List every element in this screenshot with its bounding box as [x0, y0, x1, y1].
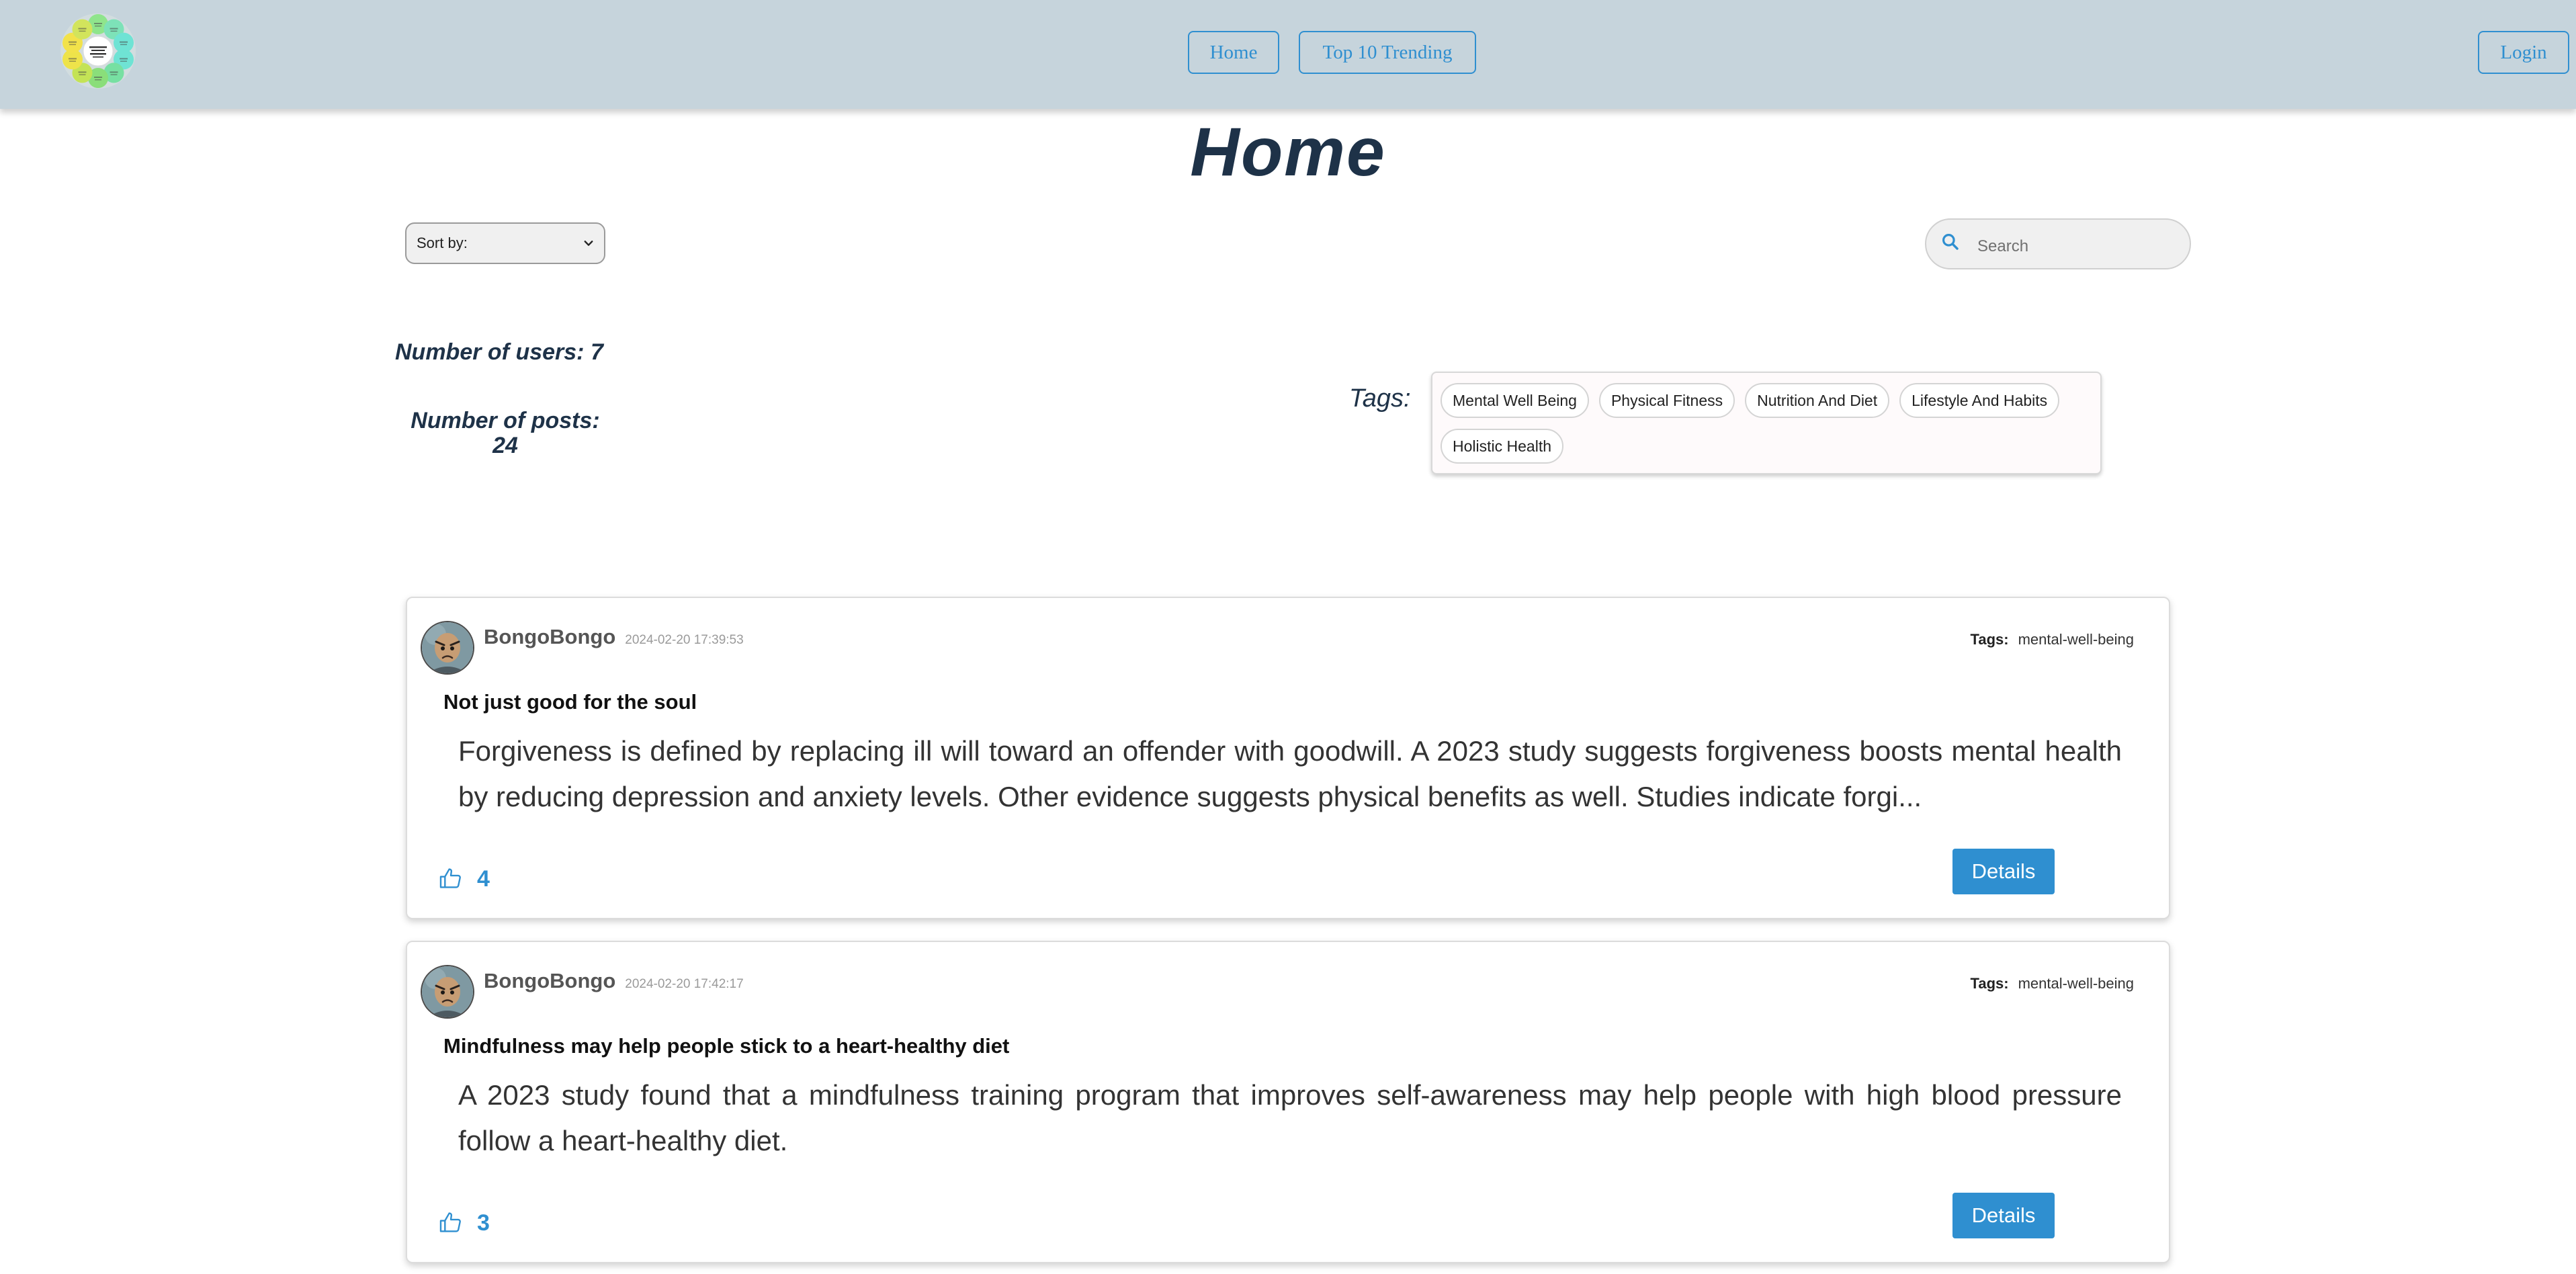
- wellness-wheel-logo[interactable]: [59, 12, 137, 90]
- tag-chip-holistic-health[interactable]: Holistic Health: [1441, 429, 1563, 464]
- login-button[interactable]: Login: [2478, 31, 2569, 74]
- users-count-value: 7: [590, 339, 603, 365]
- post-tags: Tags: mental-well-being: [1971, 975, 2134, 992]
- search-input[interactable]: [1977, 233, 2172, 260]
- chevron-down-icon: [583, 237, 595, 249]
- post-timestamp: 2024-02-20 17:39:53: [625, 633, 744, 647]
- like-count: 4: [477, 866, 490, 892]
- post-title: Not just good for the soul: [443, 690, 697, 714]
- tag-chip-lifestyle-and-habits[interactable]: Lifestyle And Habits: [1899, 383, 2060, 418]
- post-author: BongoBongo: [484, 625, 616, 648]
- tag-chip-physical-fitness[interactable]: Physical Fitness: [1598, 383, 1735, 418]
- thumbs-up-icon[interactable]: [438, 1209, 464, 1235]
- post-tag: mental-well-being: [2018, 975, 2134, 992]
- like-count: 3: [477, 1210, 490, 1236]
- posts-count-value: 24: [492, 433, 518, 458]
- post-tags-label: Tags:: [1970, 631, 2009, 648]
- nav-top-trending-button[interactable]: Top 10 Trending: [1299, 31, 1476, 74]
- search-bar[interactable]: [1925, 218, 2191, 269]
- post-tag: mental-well-being: [2018, 631, 2134, 648]
- post-tags: Tags: mental-well-being: [1971, 631, 2134, 648]
- nav-home-button[interactable]: Home: [1188, 31, 1279, 74]
- users-count-stat: Number of users: 7: [395, 338, 603, 366]
- navbar: Home Top 10 Trending Login: [0, 0, 2576, 109]
- thumbs-up-icon[interactable]: [438, 865, 464, 891]
- avatar: [422, 622, 473, 673]
- tags-heading: Tags:: [1349, 384, 1411, 413]
- post-timestamp: 2024-02-20 17:42:17: [625, 977, 744, 991]
- post-author: BongoBongo: [484, 969, 616, 992]
- search-icon[interactable]: [1940, 231, 1961, 253]
- post-tags-label: Tags:: [1970, 975, 2009, 992]
- sort-dropdown[interactable]: Sort by:: [405, 222, 605, 264]
- post-card: BongoBongo 2024-02-20 17:39:53 Tags: men…: [406, 597, 2170, 919]
- post-title: Mindfulness may help people stick to a h…: [443, 1034, 1010, 1058]
- post-excerpt: Forgiveness is defined by replacing ill …: [458, 735, 2122, 812]
- post-header: BongoBongo 2024-02-20 17:42:17: [484, 969, 744, 993]
- post-card: BongoBongo 2024-02-20 17:42:17 Tags: men…: [406, 941, 2170, 1263]
- page-title: Home: [1190, 114, 1386, 190]
- details-button[interactable]: Details: [1952, 849, 2055, 894]
- tag-chip-nutrition-and-diet[interactable]: Nutrition And Diet: [1745, 383, 1890, 418]
- post-header: BongoBongo 2024-02-20 17:39:53: [484, 625, 744, 649]
- avatar: [422, 966, 473, 1017]
- logo-graphic: [60, 13, 136, 89]
- posts-count-label: Number of posts:: [411, 408, 600, 433]
- users-count-label: Number of users:: [395, 339, 585, 365]
- sort-label: Sort by:: [417, 235, 468, 251]
- tag-chip-mental-well-being[interactable]: Mental Well Being: [1441, 383, 1589, 418]
- tag-filter-list: Mental Well Being Physical Fitness Nutri…: [1431, 372, 2102, 474]
- posts-count-stat: Number of posts: 24: [398, 409, 613, 458]
- post-excerpt: A 2023 study found that a mindfulness tr…: [458, 1079, 2122, 1156]
- details-button[interactable]: Details: [1952, 1193, 2055, 1238]
